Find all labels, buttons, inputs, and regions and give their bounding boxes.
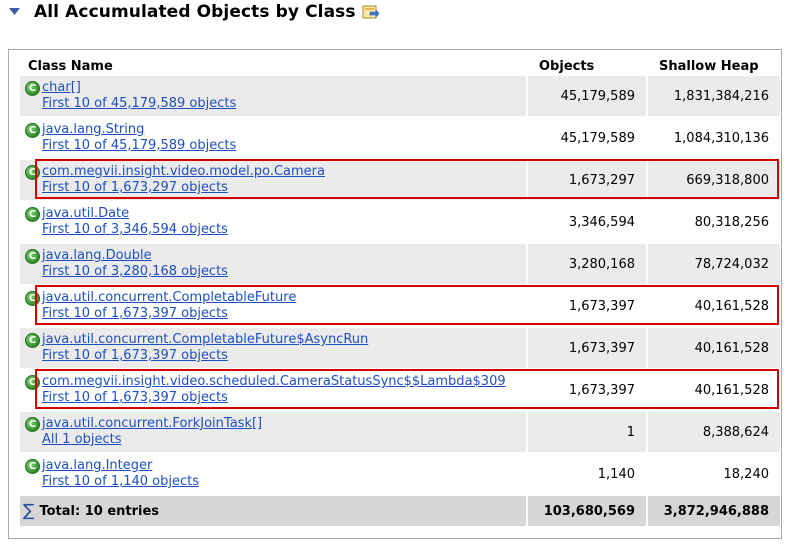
objects-sample-link[interactable]: First 10 of 3,280,168 objects bbox=[42, 264, 228, 280]
objects-sample-link[interactable]: First 10 of 45,179,589 objects bbox=[42, 96, 236, 112]
class-name-link[interactable]: com.megvii.insight.video.model.po.Camera bbox=[42, 164, 325, 180]
class-c-icon: C bbox=[25, 249, 40, 264]
class-name-cell: Cjava.util.concurrent.CompletableFuture F… bbox=[20, 285, 527, 328]
table-header-row: Class Name Objects Shallow Heap bbox=[20, 56, 780, 76]
class-name-cell: Cjava.lang.String First 10 of 45,179,589 … bbox=[20, 117, 527, 160]
class-c-icon: C bbox=[25, 207, 40, 222]
objects-count: 1,140 bbox=[526, 453, 647, 496]
shallow-heap-size: 669,318,800 bbox=[646, 159, 780, 202]
class-name-link[interactable]: char[] bbox=[42, 80, 236, 96]
objects-count: 45,179,589 bbox=[526, 117, 647, 160]
class-name-link[interactable]: java.util.concurrent.CompletableFuture$A… bbox=[42, 332, 368, 348]
shallow-heap-size: 18,240 bbox=[646, 453, 780, 496]
class-name-cell: Cjava.util.Date First 10 of 3,346,594 obj… bbox=[20, 201, 527, 244]
objects-sample-link[interactable]: All 1 objects bbox=[42, 432, 262, 448]
objects-sample-link[interactable]: First 10 of 45,179,589 objects bbox=[42, 138, 236, 154]
shallow-heap-size: 40,161,528 bbox=[646, 369, 780, 412]
objects-count: 1,673,397 bbox=[526, 369, 647, 412]
objects-sample-link[interactable]: First 10 of 1,673,397 objects bbox=[42, 390, 506, 406]
objects-count: 1 bbox=[526, 411, 647, 454]
class-name-link[interactable]: java.util.Date bbox=[42, 206, 228, 222]
shallow-heap-size: 78,724,032 bbox=[646, 243, 780, 286]
total-label-cell: ∑ Total: 10 entries bbox=[20, 495, 527, 526]
column-header-shallow-heap[interactable]: Shallow Heap bbox=[647, 56, 780, 76]
class-name-link[interactable]: java.util.concurrent.ForkJoinTask[] bbox=[42, 416, 262, 432]
table-row[interactable]: Cjava.lang.Double First 10 of 3,280,168 o… bbox=[20, 243, 780, 286]
shallow-heap-size: 40,161,528 bbox=[646, 285, 780, 328]
total-shallow-heap: 3,872,946,888 bbox=[646, 495, 780, 526]
class-name-cell: Cchar[] First 10 of 45,179,589 objects bbox=[20, 76, 527, 118]
class-name-link[interactable]: com.megvii.insight.video.scheduled.Camer… bbox=[42, 374, 506, 390]
class-name-cell: Cjava.util.concurrent.ForkJoinTask[] All … bbox=[20, 411, 527, 454]
shallow-heap-size: 80,318,256 bbox=[646, 201, 780, 244]
class-c-icon: C bbox=[25, 81, 40, 96]
class-name-link[interactable]: java.lang.Double bbox=[42, 248, 228, 264]
shallow-heap-size: 1,084,310,136 bbox=[646, 117, 780, 160]
shallow-heap-size: 8,388,624 bbox=[646, 411, 780, 454]
objects-count: 45,179,589 bbox=[526, 76, 647, 118]
class-name-cell: Ccom.megvii.insight.video.scheduled.Came… bbox=[20, 369, 527, 412]
class-c-icon: C bbox=[25, 123, 40, 138]
total-objects: 103,680,569 bbox=[526, 495, 647, 526]
objects-table-panel: Class Name Objects Shallow Heap Cchar[] F… bbox=[8, 49, 782, 539]
table-row[interactable]: Cjava.util.concurrent.CompletableFuture F… bbox=[20, 285, 780, 328]
shallow-heap-size: 1,831,384,216 bbox=[646, 76, 780, 118]
objects-sample-link[interactable]: First 10 of 1,673,397 objects bbox=[42, 306, 296, 322]
objects-count: 3,280,168 bbox=[526, 243, 647, 286]
objects-sample-link[interactable]: First 10 of 1,140 objects bbox=[42, 474, 199, 490]
column-header-objects[interactable]: Objects bbox=[527, 56, 647, 76]
objects-sample-link[interactable]: First 10 of 1,673,397 objects bbox=[42, 348, 368, 364]
section-header: All Accumulated Objects by Class bbox=[8, 0, 380, 24]
class-c-icon: C bbox=[25, 291, 40, 306]
class-c-icon: C bbox=[25, 459, 40, 474]
table-row[interactable]: Cjava.util.concurrent.CompletableFuture$… bbox=[20, 327, 780, 370]
class-name-link[interactable]: java.lang.Integer bbox=[42, 458, 199, 474]
class-name-cell: Ccom.megvii.insight.video.model.po.Camer… bbox=[20, 159, 527, 202]
class-name-cell: Cjava.lang.Integer First 10 of 1,140 obje… bbox=[20, 453, 527, 496]
page-title: All Accumulated Objects by Class bbox=[34, 2, 356, 22]
objects-count: 1,673,397 bbox=[526, 285, 647, 328]
objects-count: 1,673,397 bbox=[526, 327, 647, 370]
class-c-icon: C bbox=[25, 375, 40, 390]
objects-sample-link[interactable]: First 10 of 3,346,594 objects bbox=[42, 222, 228, 238]
class-c-icon: C bbox=[25, 165, 40, 180]
total-label: Total: 10 entries bbox=[39, 503, 160, 519]
table-row[interactable]: Cjava.util.concurrent.ForkJoinTask[] All … bbox=[20, 411, 780, 454]
table-row[interactable]: Cjava.lang.String First 10 of 45,179,589 … bbox=[20, 117, 780, 160]
objects-count: 3,346,594 bbox=[526, 201, 647, 244]
table-row[interactable]: Cjava.util.Date First 10 of 3,346,594 obj… bbox=[20, 201, 780, 244]
class-name-link[interactable]: java.util.concurrent.CompletableFuture bbox=[42, 290, 296, 306]
column-header-class-name[interactable]: Class Name bbox=[20, 56, 527, 76]
table-row[interactable]: Ccom.megvii.insight.video.model.po.Camer… bbox=[20, 159, 780, 202]
class-name-cell: Cjava.util.concurrent.CompletableFuture$… bbox=[20, 327, 527, 370]
sigma-icon: ∑ bbox=[23, 501, 35, 521]
table-row[interactable]: Cjava.lang.Integer First 10 of 1,140 obje… bbox=[20, 453, 780, 496]
class-c-icon: C bbox=[25, 417, 40, 432]
collapse-triangle-icon[interactable] bbox=[8, 6, 20, 18]
table-row[interactable]: Ccom.megvii.insight.video.scheduled.Came… bbox=[20, 369, 780, 412]
table-row[interactable]: Cchar[] First 10 of 45,179,589 objects 45,… bbox=[20, 76, 780, 118]
shallow-heap-size: 40,161,528 bbox=[646, 327, 780, 370]
class-name-cell: Cjava.lang.Double First 10 of 3,280,168 o… bbox=[20, 243, 527, 286]
class-c-icon: C bbox=[25, 333, 40, 348]
objects-table: Class Name Objects Shallow Heap Cchar[] F… bbox=[20, 56, 780, 526]
class-name-link[interactable]: java.lang.String bbox=[42, 122, 236, 138]
objects-sample-link[interactable]: First 10 of 1,673,297 objects bbox=[42, 180, 325, 196]
objects-count: 1,673,297 bbox=[526, 159, 647, 202]
export-icon[interactable] bbox=[362, 3, 380, 21]
total-row: ∑ Total: 10 entries 103,680,569 3,872,94… bbox=[20, 495, 780, 526]
